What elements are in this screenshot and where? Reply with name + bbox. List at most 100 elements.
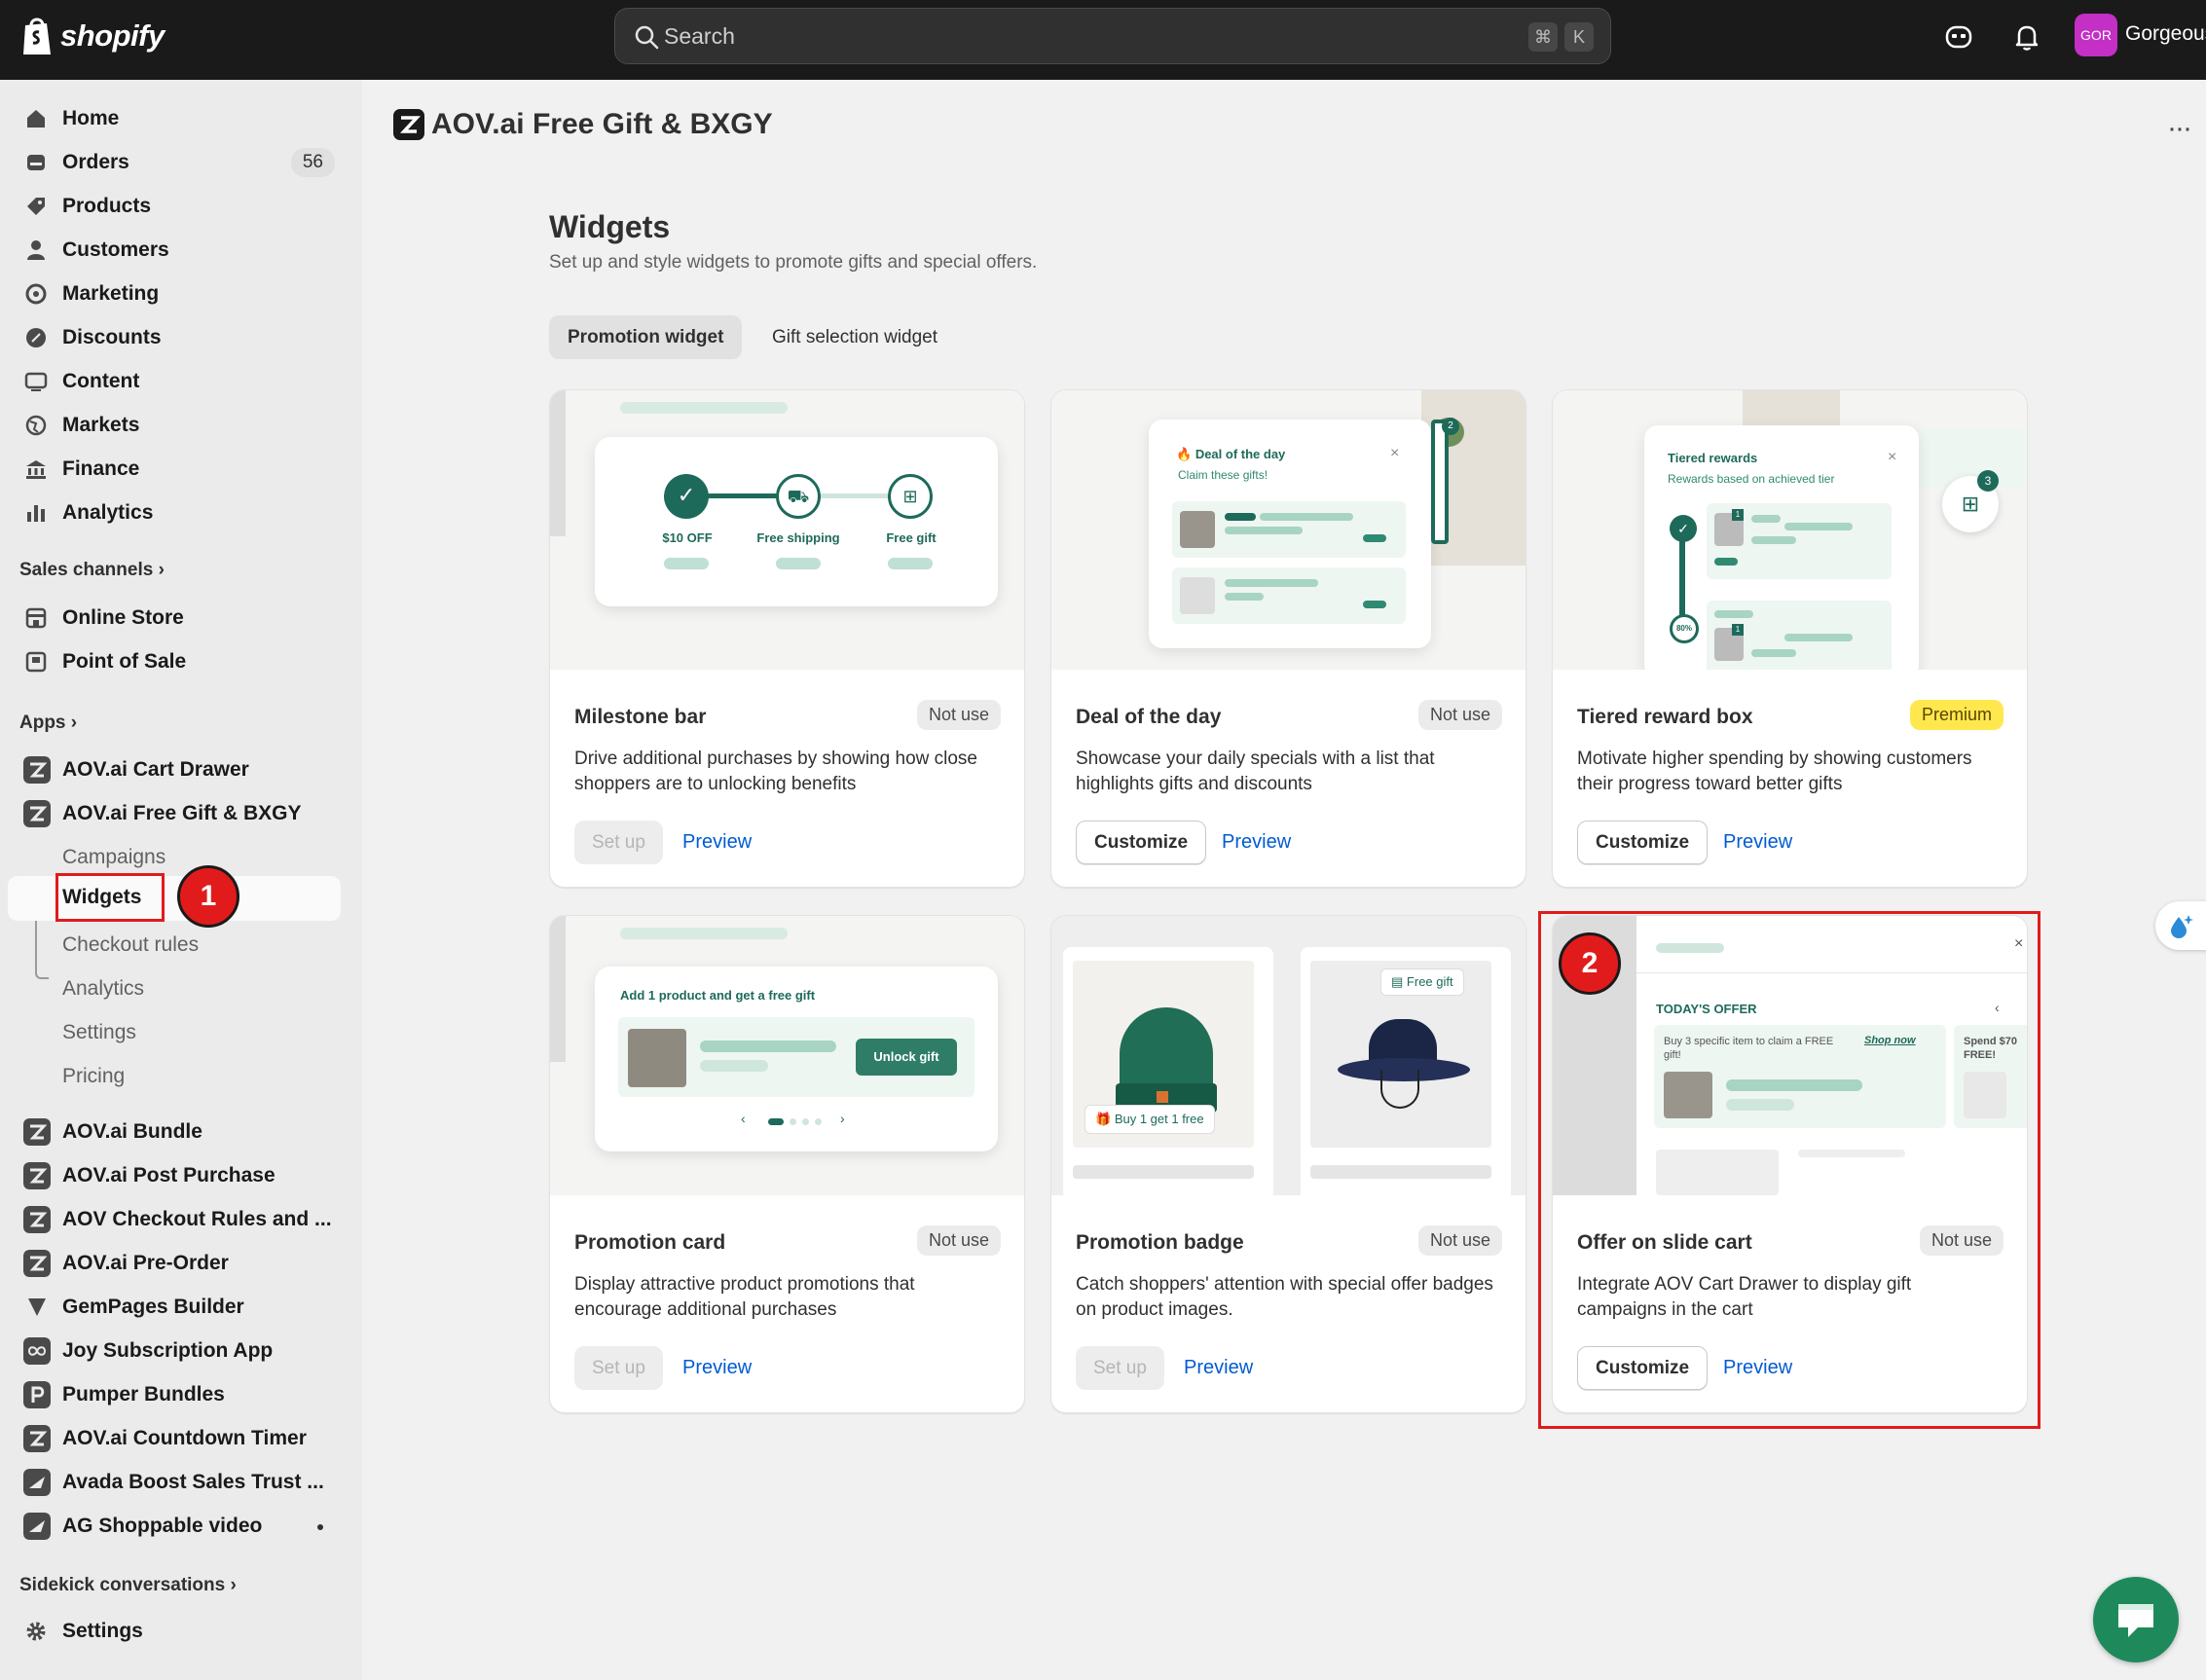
preview-link[interactable]: Preview xyxy=(1723,821,1792,864)
sidebar-app-aov-free-gift[interactable]: AOV.ai Free Gift & BXGY xyxy=(8,792,341,835)
sidebar-item-label: AOV.ai Countdown Timer xyxy=(62,1427,307,1449)
setup-button[interactable]: Set up xyxy=(574,821,663,864)
side-widget-tab[interactable] xyxy=(2155,901,2206,950)
sidebar-item-analytics[interactable]: Analytics xyxy=(8,492,341,534)
bar-chart-icon xyxy=(27,505,45,522)
sidekick-icon[interactable] xyxy=(1943,21,1974,53)
sidebar-item-home[interactable]: Home xyxy=(8,97,341,140)
target-icon xyxy=(25,283,47,305)
preview-link[interactable]: Preview xyxy=(682,1346,752,1390)
quantity-tag: 1 xyxy=(1732,624,1744,636)
sidebar-item-label: AOV.ai Post Purchase xyxy=(62,1164,276,1187)
pos-icon xyxy=(25,651,47,673)
search-bar[interactable]: ⌘ K xyxy=(614,8,1611,64)
sidebar-app-aov-post-purchase[interactable]: AOV.ai Post Purchase xyxy=(8,1154,341,1197)
sidebar-app-aov-countdown[interactable]: AOV.ai Countdown Timer xyxy=(8,1417,341,1460)
setup-button[interactable]: Set up xyxy=(574,1346,663,1390)
gift-icon: ⊞ xyxy=(888,474,933,519)
premium-badge: Premium xyxy=(1909,700,2004,730)
sidebar-item-label: Products xyxy=(62,195,152,217)
sidebar-subitem-checkout-rules[interactable]: Checkout rules xyxy=(8,924,341,967)
sidekick-conversations-heading[interactable]: Sidekick conversations › xyxy=(19,1575,237,1596)
gift-icon: 🎁 xyxy=(1095,1112,1112,1126)
aov-app-icon xyxy=(23,1162,51,1189)
sidebar-subitem-analytics[interactable]: Analytics xyxy=(8,968,341,1010)
sales-channels-heading[interactable]: Sales channels › xyxy=(19,560,165,581)
status-badge: Not use xyxy=(1417,700,1502,730)
widget-card-deal-of-the-day: 🔥 Deal of the day Claim these gifts! × 2… xyxy=(1050,389,1526,888)
chat-button[interactable] xyxy=(2093,1577,2179,1662)
apps-heading[interactable]: Apps › xyxy=(19,712,77,734)
sidebar-item-label: Joy Subscription App xyxy=(62,1339,274,1362)
sidebar-item-label: Analytics xyxy=(62,977,145,1000)
sidebar-app-joy-subscription[interactable]: Joy Subscription App xyxy=(8,1330,341,1372)
sidebar-item-online-store[interactable]: Online Store xyxy=(8,597,341,639)
fire-icon: 🔥 xyxy=(1176,447,1193,461)
tiered-reward-illustration: Tiered rewards Rewards based on achieved… xyxy=(1553,390,2027,670)
sidebar-item-label: Pumper Bundles xyxy=(62,1383,225,1406)
sidebar-item-markets[interactable]: Markets xyxy=(8,404,341,447)
unlock-gift-button: Unlock gift xyxy=(856,1039,957,1076)
setup-button[interactable]: Set up xyxy=(1076,1346,1164,1390)
close-icon: × xyxy=(1390,445,1400,461)
milestone-step-label: $10 OFF xyxy=(662,530,713,545)
sidebar-item-finance[interactable]: Finance xyxy=(8,448,341,491)
sidebar-subitem-settings[interactable]: Settings xyxy=(8,1011,341,1054)
sidebar-app-aov-checkout-rules[interactable]: AOV Checkout Rules and ... xyxy=(8,1198,341,1241)
card-title: Deal of the day xyxy=(1076,706,1222,728)
sidebar-app-aov-cart-drawer[interactable]: AOV.ai Cart Drawer xyxy=(8,749,341,791)
sidebar-item-label: Settings xyxy=(62,1620,143,1642)
sidebar-item-label: Markets xyxy=(62,414,140,436)
aov-app-icon xyxy=(23,1250,51,1277)
sidebar-app-avada[interactable]: Avada Boost Sales Trust ... xyxy=(8,1461,341,1504)
tiered-preview-panel: Tiered rewards Rewards based on achieved… xyxy=(1644,425,1919,670)
sidebar-item-content[interactable]: Content xyxy=(8,360,341,403)
search-icon xyxy=(635,25,659,50)
sidebar-app-gempages[interactable]: GemPages Builder xyxy=(8,1286,341,1329)
store-avatar[interactable]: GOR xyxy=(2075,14,2117,56)
preview-link[interactable]: Preview xyxy=(1222,821,1291,864)
sidebar-app-pumper-bundles[interactable]: Pumper Bundles xyxy=(8,1373,341,1416)
chevron-right-icon: › xyxy=(70,712,78,733)
sidebar-app-ag-shoppable-video[interactable]: AG Shoppable video xyxy=(8,1505,341,1548)
sidebar-item-label: AG Shoppable video xyxy=(62,1515,263,1537)
sidebar-item-label: Orders xyxy=(62,151,129,173)
truck-icon: ⛟ xyxy=(776,474,821,519)
card-title: Promotion card xyxy=(574,1231,726,1254)
page-subtitle: Set up and style widgets to promote gift… xyxy=(549,252,1038,273)
sidebar-item-label: Campaigns xyxy=(62,846,166,868)
sidebar-item-orders[interactable]: Orders 56 xyxy=(8,141,341,184)
promotion-card-illustration: Add 1 product and get a free gift Unlock… xyxy=(550,916,1024,1195)
shopify-logo[interactable]: shopify xyxy=(19,16,165,56)
sidebar-item-label: Home xyxy=(62,107,120,129)
deal-preview-panel: 🔥 Deal of the day Claim these gifts! × xyxy=(1149,420,1431,648)
sidebar-item-customers[interactable]: Customers xyxy=(8,229,341,272)
sidebar-item-marketing[interactable]: Marketing xyxy=(8,273,341,315)
store-icon xyxy=(25,607,47,629)
carousel-prev-icon: ‹ xyxy=(741,1111,746,1126)
preview-link[interactable]: Preview xyxy=(1184,1346,1253,1390)
customize-button[interactable]: Customize xyxy=(1577,821,1709,864)
sidebar-item-label: Online Store xyxy=(62,606,184,629)
card-description: Display attractive product promotions th… xyxy=(574,1274,915,1320)
sidebar-item-settings[interactable]: Settings xyxy=(8,1610,341,1653)
milestone-bar-illustration: ✓ ⛟ ⊞ $10 OFF Free shipping Free gift xyxy=(550,390,1024,670)
more-actions-icon[interactable]: ··· xyxy=(2167,112,2192,145)
sidebar-item-label: GemPages Builder xyxy=(62,1296,244,1318)
sidebar-app-aov-pre-order[interactable]: AOV.ai Pre-Order xyxy=(8,1242,341,1285)
discount-icon xyxy=(26,328,46,347)
sidebar-item-point-of-sale[interactable]: Point of Sale xyxy=(8,640,341,683)
bell-icon[interactable] xyxy=(2011,21,2042,53)
customize-button[interactable]: Customize xyxy=(1076,821,1207,864)
sidebar-item-discounts[interactable]: Discounts xyxy=(8,316,341,359)
tab-gift-selection-widget[interactable]: Gift selection widget xyxy=(754,315,956,359)
preview-link[interactable]: Preview xyxy=(682,821,752,864)
globe-icon xyxy=(25,415,47,436)
sidebar-subitem-pricing[interactable]: Pricing xyxy=(8,1055,341,1098)
count-badge: 2 xyxy=(1442,418,1459,435)
store-name[interactable]: Gorgeous xyxy=(2125,22,2206,46)
sidebar-app-aov-bundle[interactable]: AOV.ai Bundle xyxy=(8,1111,341,1153)
sidebar-item-products[interactable]: Products xyxy=(8,185,341,228)
tab-promotion-widget[interactable]: Promotion widget xyxy=(549,315,743,359)
search-input[interactable] xyxy=(664,15,1345,57)
